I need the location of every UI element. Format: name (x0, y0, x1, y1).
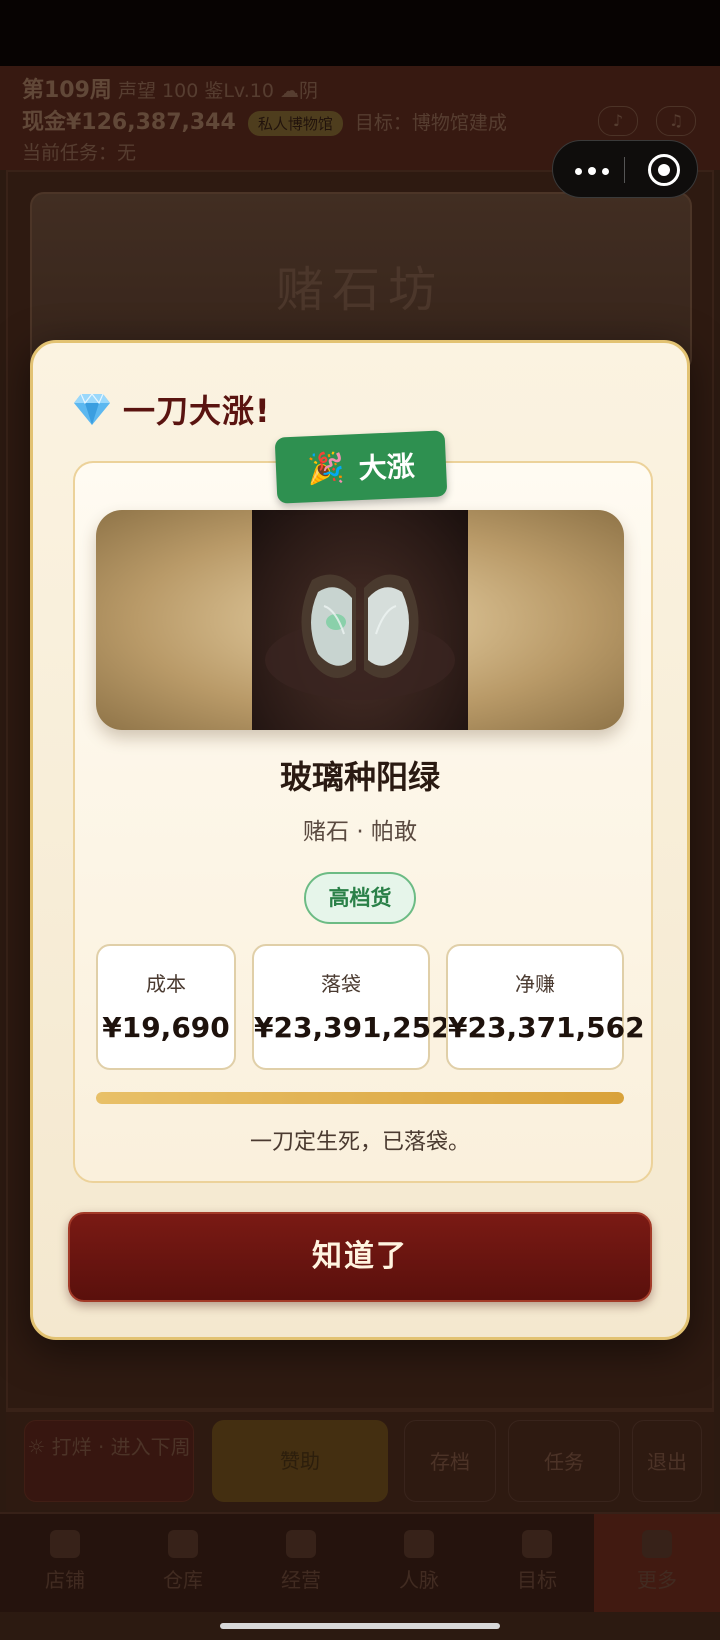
stat-value: ¥23,371,562 (448, 1011, 645, 1044)
stat-label: 净赚 (515, 972, 555, 996)
home-indicator (220, 1623, 500, 1629)
stat-cost: 成本 ¥19,690 (96, 944, 236, 1070)
stat-label: 成本 (146, 972, 186, 996)
modal-header: 一刀大涨! (73, 387, 271, 431)
result-footnote: 一刀定生死，已落袋。 (249, 1130, 470, 1155)
stat-profit: 净赚 ¥23,371,562 (446, 944, 645, 1070)
stat-proceeds: 落袋 ¥23,391,252 (252, 944, 451, 1070)
progress-fill (96, 1092, 624, 1104)
result-ribbon: 🎉 大涨 (274, 430, 448, 504)
stat-value: ¥23,391,252 (254, 1011, 451, 1044)
stat-label: 落袋 (321, 972, 361, 996)
stat-value: ¥19,690 (102, 1011, 230, 1044)
grade-badge: 高档货 (304, 872, 416, 924)
modal-title: 一刀大涨! (123, 392, 271, 430)
item-name: 玻璃种阳绿 (279, 758, 440, 796)
confirm-button[interactable]: 知道了 (68, 1212, 652, 1302)
gem-icon (74, 393, 110, 425)
ribbon-label: 大涨 (358, 449, 416, 486)
item-subtitle: 赌石 · 帕敢 (303, 819, 417, 845)
miniprogram-capsule (552, 140, 698, 198)
capsule-divider (624, 157, 625, 183)
jade-photo (252, 510, 468, 730)
item-photo-frame (96, 510, 624, 730)
party-popper-icon: 🎉 (306, 450, 346, 487)
result-progress-bar (96, 1092, 624, 1104)
close-miniprogram-icon[interactable] (648, 154, 680, 186)
more-icon[interactable] (575, 167, 609, 175)
